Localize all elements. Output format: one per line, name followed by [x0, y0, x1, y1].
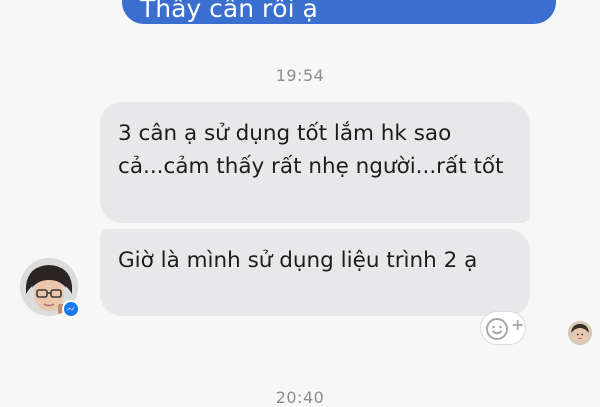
- seen-avatar-icon: [568, 321, 592, 345]
- timestamp: 20:40: [275, 388, 325, 407]
- messenger-icon: [62, 300, 80, 318]
- incoming-message-text: Giờ là mình sử dụng liệu trình 2 ạ: [118, 248, 478, 273]
- incoming-message-text: 3 cân ạ sử dụng tốt lắm hk sao cả...cảm …: [118, 121, 504, 179]
- incoming-message-bubble[interactable]: Giờ là mình sử dụng liệu trình 2 ạ: [100, 229, 530, 316]
- incoming-message-bubble[interactable]: 3 cân ạ sử dụng tốt lắm hk sao cả...cảm …: [100, 102, 530, 223]
- chat-thread[interactable]: Thấy cân rồi ạ 19:54 3 cân ạ sử dụng tốt…: [0, 0, 600, 407]
- timestamp: 19:54: [275, 66, 325, 85]
- outgoing-message-bubble[interactable]: Thấy cân rồi ạ: [122, 0, 556, 24]
- plus-icon: +: [511, 315, 525, 334]
- add-reaction-button[interactable]: +: [480, 311, 526, 345]
- outgoing-message-text: Thấy cân rồi ạ: [140, 0, 318, 23]
- smiley-add-icon: [486, 318, 508, 340]
